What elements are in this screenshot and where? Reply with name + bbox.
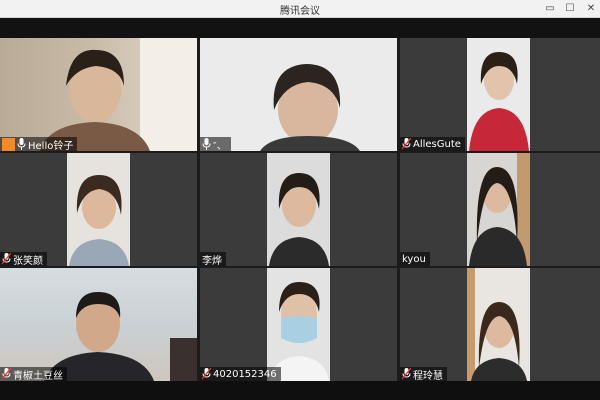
title-bar: 腾讯会议 ▭ ☐ ✕ [0,0,600,18]
participant-silhouette [469,153,530,266]
mic-muted-icon [402,368,411,380]
participant-video [467,268,530,381]
participant-label: 4020152346 [200,367,281,381]
participant-tile-7[interactable]: 青椒土豆丝 [0,268,197,381]
host-badge-icon [2,137,15,151]
bottom-strip [0,381,600,400]
participant-name: 李烨 [202,255,222,267]
participant-tile-2[interactable]: ″、 [200,38,397,151]
participant-tile-3[interactable]: AllesGute [400,38,600,151]
participant-name: 程玲慧 [413,370,443,382]
close-button[interactable]: ✕ [580,0,600,17]
microphone-icon [17,138,26,150]
window-title: 腾讯会议 [280,6,320,17]
participant-tile-9[interactable]: 程玲慧 [400,268,600,381]
minimize-button[interactable]: ▭ [539,0,561,17]
participant-silhouette [269,173,329,266]
participant-video [467,38,530,151]
participant-label: 李烨 [200,252,226,266]
participant-label: ″、 [200,137,231,151]
participant-tile-4[interactable]: 张笑颜 [0,153,197,266]
participant-tile-1[interactable]: Hello铃子 [0,38,197,151]
mic-muted-icon [2,368,11,380]
mic-muted-icon [202,368,211,380]
participant-video [267,153,330,266]
participant-name: 青椒土豆丝 [13,370,63,382]
participant-silhouette [469,52,529,151]
participant-name: 张笑颜 [13,255,43,267]
participant-video [67,153,130,266]
participant-video [200,38,397,151]
participant-silhouette [44,292,197,381]
participant-video [0,38,197,151]
participant-label: kyou [400,252,430,266]
participant-label: 张笑颜 [0,252,47,266]
maximize-button[interactable]: ☐ [559,0,581,17]
participant-video [267,268,330,381]
participant-silhouette [69,175,129,266]
top-strip [0,18,600,38]
participant-label: AllesGute [400,137,465,151]
participant-label: 青椒土豆丝 [0,367,67,381]
mic-muted-icon [402,138,411,150]
participant-name: ″、 [213,140,227,152]
microphone-icon [202,138,211,150]
video-grid: Hello铃子 ″、 AllesGute 张笑颜 李烨 kyou 青椒土豆丝 4… [0,18,600,400]
participant-label: Hello铃子 [0,137,78,152]
participant-silhouette [260,64,360,151]
participant-label: 程玲慧 [400,367,447,381]
participant-silhouette [269,282,329,381]
mic-muted-icon [2,253,11,265]
participant-name: Hello铃子 [28,140,74,152]
participant-name: 4020152346 [213,368,277,380]
participant-tile-6[interactable]: kyou [400,153,600,266]
participant-silhouette [40,38,197,151]
participant-name: AllesGute [413,138,461,150]
participant-silhouette [467,268,527,381]
participant-video [467,153,530,266]
participant-video [0,268,197,381]
participant-tile-8[interactable]: 4020152346 [200,268,397,381]
participant-name: kyou [402,253,426,265]
participant-tile-5[interactable]: 李烨 [200,153,397,266]
